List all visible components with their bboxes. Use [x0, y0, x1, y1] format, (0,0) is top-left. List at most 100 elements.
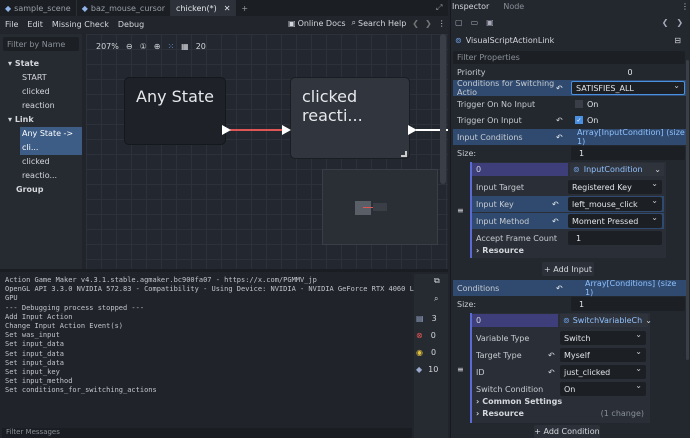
input-key-select[interactable]: left_mouse_click — [568, 196, 662, 211]
link-item-clicked-reaction[interactable]: clicked reactio... — [8, 155, 82, 183]
state-header[interactable]: ▾ State — [8, 57, 82, 71]
accept-frame-spinbox[interactable]: 1 — [568, 231, 662, 245]
save-icon[interactable]: ▣ — [486, 18, 494, 27]
zoom-reset-icon[interactable]: ① — [140, 42, 147, 51]
drag-handle-icon[interactable]: ≡ — [457, 365, 464, 374]
input-key-row: Input Key ↶ left_mouse_click — [472, 196, 664, 212]
revert-icon[interactable]: ↶ — [556, 116, 563, 125]
tab-inspector[interactable]: Inspector — [452, 2, 489, 11]
revert-icon[interactable]: ↶ — [548, 368, 555, 377]
node-any-state[interactable]: Any State — [124, 77, 226, 145]
back-icon[interactable]: ❮ — [412, 19, 419, 28]
forward-icon[interactable]: ❯ — [676, 18, 683, 27]
revert-icon[interactable]: ↶ — [552, 217, 559, 226]
tab-chicken[interactable]: chicken(*) ✕ — [171, 0, 237, 16]
variable-type-select[interactable]: Switch — [560, 330, 646, 345]
new-resource-icon[interactable]: ▢ — [455, 18, 463, 27]
object-path[interactable]: ⊚ VisualScriptActionLink ⊟ — [455, 36, 685, 45]
conditions-for-switching-select[interactable]: SATISFIES_ALL — [571, 81, 685, 95]
trigger-no-input-checkbox[interactable]: On — [571, 97, 685, 111]
target-type-select[interactable]: Myself — [560, 347, 646, 362]
console-line: Change Input Action Event(s) — [5, 322, 124, 331]
switch-condition-select[interactable]: On — [560, 381, 646, 396]
warning-filter[interactable]: ◉ 0 — [416, 348, 436, 357]
add-input-button[interactable]: + Add Input — [542, 262, 594, 276]
revert-icon[interactable]: ↶ — [556, 84, 563, 93]
id-select[interactable]: just_clicked — [560, 364, 646, 379]
menu-icon[interactable]: ⋮ — [438, 19, 446, 28]
clear-icon[interactable]: ⧉ — [434, 276, 440, 286]
tab-node[interactable]: Node — [503, 2, 524, 11]
add-condition-button[interactable]: + Add Condition — [534, 425, 600, 438]
forward-icon[interactable]: ❯ — [425, 19, 432, 28]
node-clicked-reaction[interactable]: clicked reacti... — [290, 77, 410, 159]
inspector-menu-icon[interactable]: ⋮ — [681, 2, 689, 11]
trigger-input-row: Trigger On Input ↶ ✓ On — [453, 112, 687, 128]
revert-icon[interactable]: ↶ — [552, 200, 559, 209]
object-tools-icon[interactable]: ⊟ — [674, 36, 681, 45]
snap-grid-icon[interactable]: ⁙ — [167, 42, 174, 51]
zoom-out-icon[interactable]: ⊖ — [126, 42, 133, 51]
trigger-input-checkbox[interactable]: ✓ On — [571, 113, 685, 127]
close-icon[interactable]: ✕ — [224, 4, 231, 13]
tab-baz-mouse-cursor[interactable]: ◆ baz_mouse_cursor — [77, 0, 172, 16]
input-target-row: Input Target Registered Key — [472, 179, 664, 195]
console-filter-input[interactable]: Filter Messages — [2, 428, 412, 438]
revert-icon[interactable]: ↶ — [556, 133, 563, 142]
link-item-any-state[interactable]: Any State -> cli... — [20, 127, 82, 155]
drag-handle-icon[interactable]: ≡ — [457, 206, 464, 215]
collapse-icon[interactable]: ▾ — [8, 59, 12, 68]
menu-file[interactable]: File — [5, 20, 18, 29]
common-settings-section[interactable]: › Common Settings — [476, 397, 562, 406]
resource-section[interactable]: › Resource — [476, 246, 524, 255]
tab-sample-scene[interactable]: ◆ sample_scene — [0, 0, 77, 16]
snap-step-value[interactable]: 20 — [196, 42, 206, 51]
menu-edit[interactable]: Edit — [27, 20, 43, 29]
search-icon[interactable]: ⌕ — [434, 294, 438, 304]
condition-resource[interactable]: ⊚ SwitchVariableCh ⌄ — [560, 314, 652, 327]
conditions-row[interactable]: Conditions ↶ Array[Conditions] (size 1) — [453, 279, 687, 297]
console-line: Set input_data — [5, 340, 65, 349]
error-filter[interactable]: ⊗ 0 — [416, 331, 436, 340]
add-tab-button[interactable]: + — [236, 0, 253, 16]
state-item-clicked-reaction[interactable]: clicked reaction — [8, 85, 82, 113]
group-header[interactable]: Group — [8, 183, 82, 197]
link-arrow-icon — [282, 125, 291, 135]
revert-icon[interactable]: ↶ — [556, 284, 563, 293]
minimap-link — [363, 207, 373, 208]
resource-section[interactable]: › Resource (1 change) — [476, 409, 648, 418]
state-item-start[interactable]: START — [8, 71, 82, 85]
input-target-select[interactable]: Registered Key — [568, 179, 662, 194]
collapse-icon[interactable]: ▾ — [8, 115, 12, 124]
link-header[interactable]: ▾ Link — [8, 113, 82, 127]
resize-handle-icon[interactable] — [401, 151, 407, 157]
search-help-button[interactable]: ⌕ Search Help — [352, 18, 407, 28]
conditions-size-spinbox[interactable]: 1 — [571, 297, 685, 311]
input-size-spinbox[interactable]: 1 — [571, 146, 685, 160]
graph-scrollbar[interactable] — [440, 34, 446, 184]
state-graph-canvas[interactable]: 207% ⊖ ① ⊕ ⁙ ▦ 20 Any State clicked reac… — [86, 34, 448, 269]
input-condition-resource[interactable]: ⊚ InputCondition ⌄ — [570, 163, 664, 176]
revert-icon[interactable]: ↶ — [548, 351, 555, 360]
input-conditions-row[interactable]: Input Conditions ↶ Array[InputCondition] (… — [453, 128, 687, 146]
graph-minimap[interactable] — [322, 169, 438, 245]
link-arrow-icon — [222, 125, 231, 135]
inspector-scrollbar[interactable] — [686, 60, 689, 360]
message-filter[interactable]: ◆ 10 — [416, 365, 438, 374]
online-docs-button[interactable]: ▣ Online Docs — [288, 19, 346, 28]
priority-value[interactable]: 0 — [571, 65, 685, 79]
link-line[interactable] — [230, 129, 288, 131]
menu-missing-check[interactable]: Missing Check — [52, 20, 109, 29]
console-line: Set conditions_for_switching_actions — [5, 386, 157, 395]
filter-by-name-input[interactable]: Filter by Name — [3, 37, 79, 51]
error-count[interactable]: ▤ 3 — [416, 314, 437, 323]
grid-icon[interactable]: ▦ — [181, 42, 189, 51]
input-method-select[interactable]: Moment Pressed — [568, 213, 662, 228]
open-folder-icon[interactable]: ▭ — [471, 18, 479, 27]
zoom-in-icon[interactable]: ⊕ — [154, 42, 161, 51]
filter-properties-input[interactable]: Filter Properties — [453, 51, 685, 64]
distraction-free-icon[interactable]: ⤢ — [436, 3, 442, 13]
history-icon[interactable]: ❮ — [662, 18, 669, 27]
menu-debug[interactable]: Debug — [118, 20, 144, 29]
resource-icon: ⊚ — [573, 165, 580, 174]
